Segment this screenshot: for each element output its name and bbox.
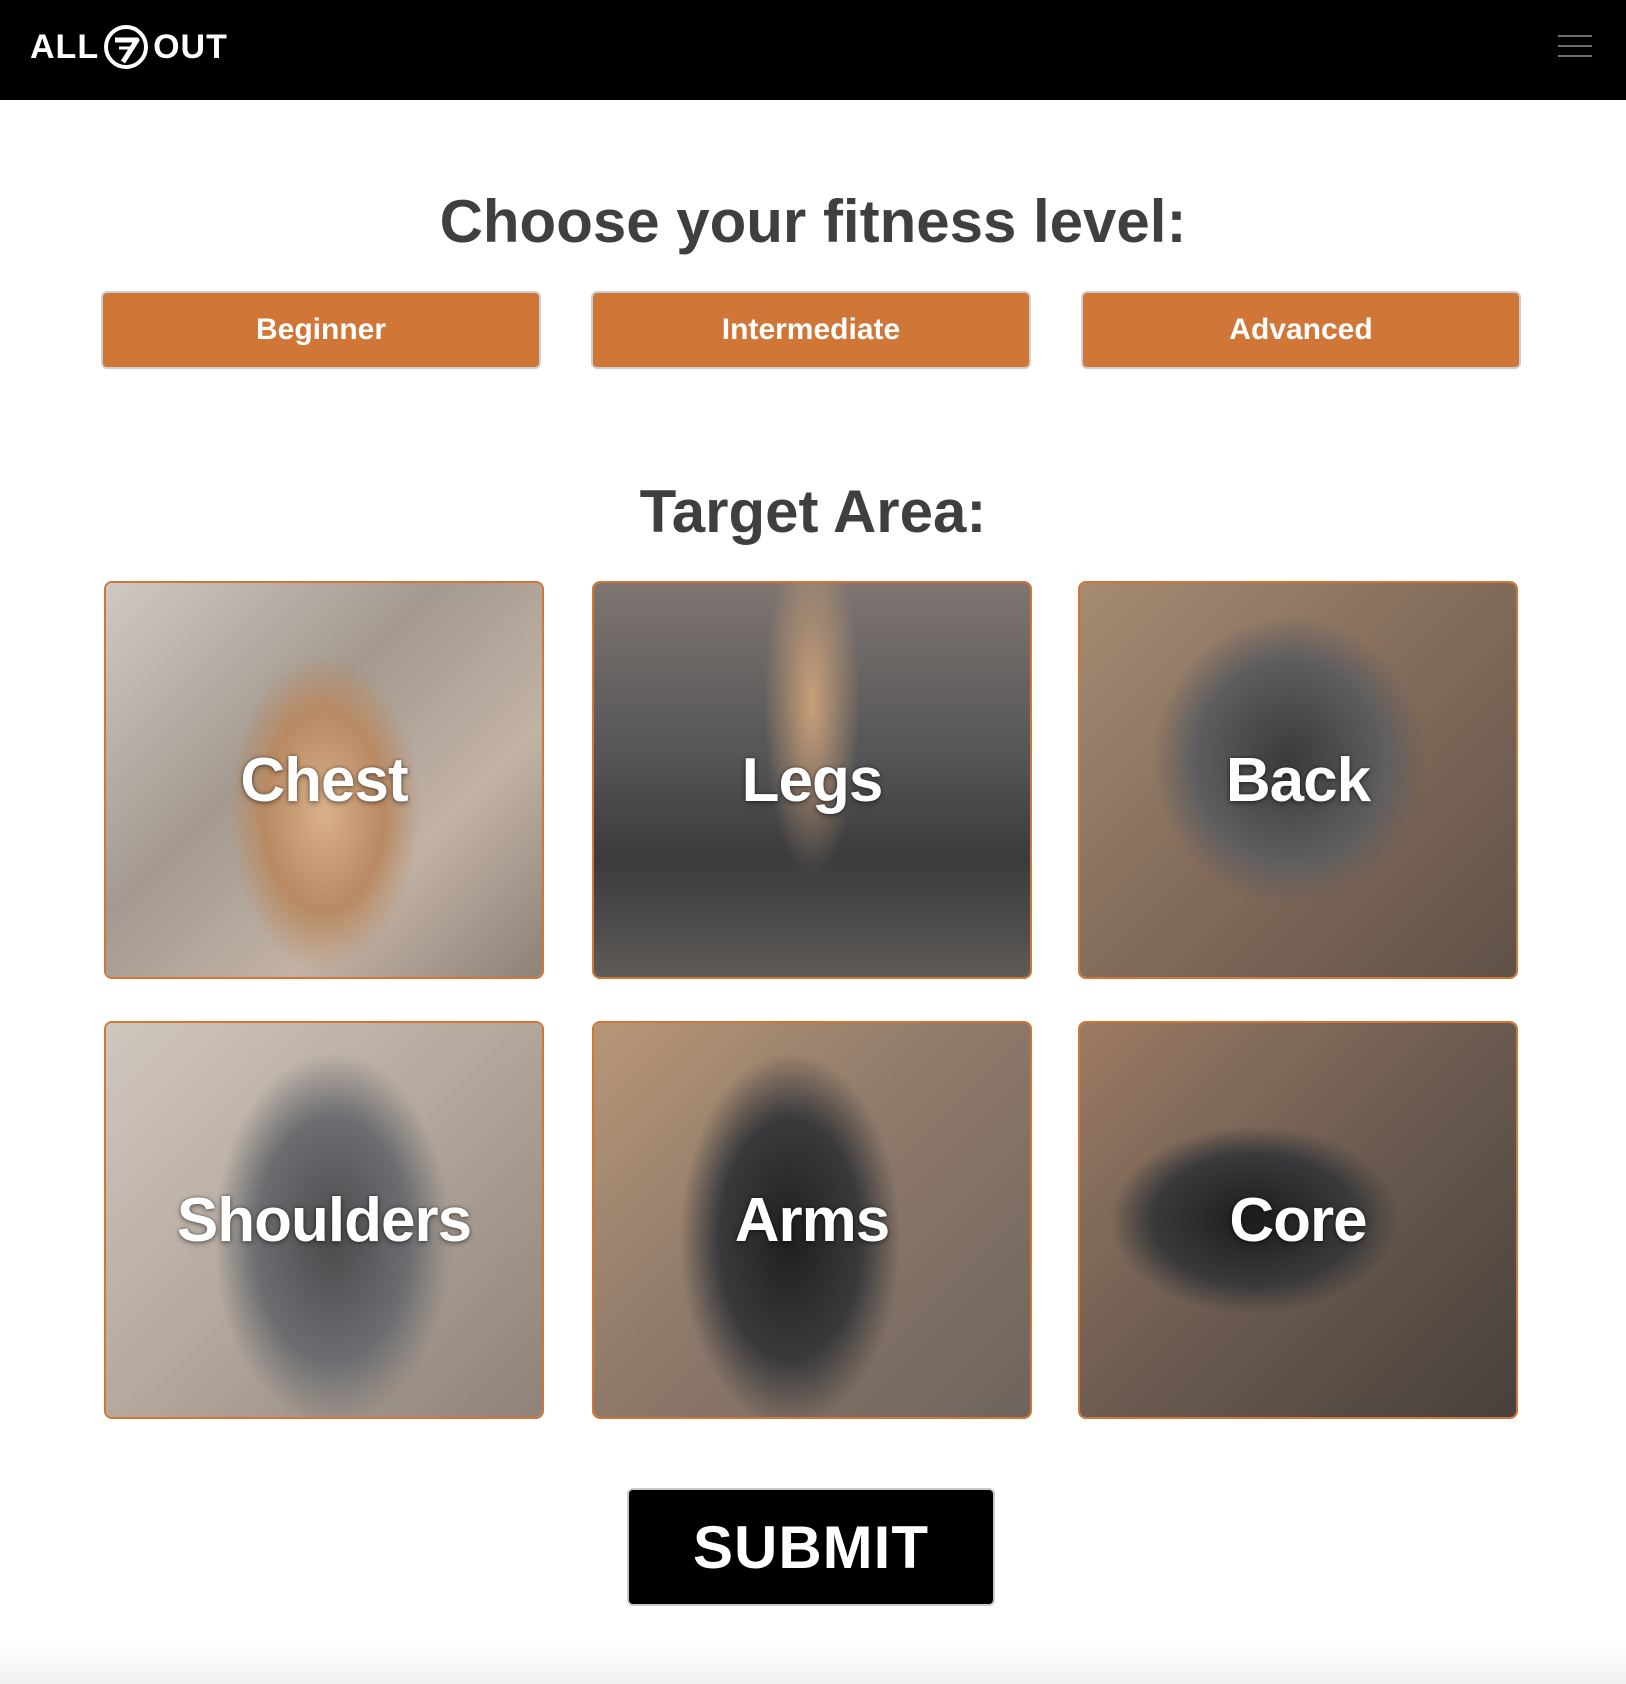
target-label-arms: Arms — [734, 1185, 891, 1255]
menu-line — [1558, 55, 1592, 57]
submit-button[interactable]: SUBMIT — [627, 1488, 995, 1606]
logo-text-right: OUT — [153, 27, 228, 66]
target-area-heading: Target Area: — [639, 478, 987, 545]
target-label-chest: Chest — [240, 745, 408, 815]
target-tile-back[interactable]: Back — [1078, 581, 1518, 979]
target-label-shoulders: Shoulders — [176, 1185, 472, 1255]
target-tile-chest[interactable]: Chest — [104, 581, 544, 979]
target-tile-core[interactable]: Core — [1078, 1021, 1518, 1419]
logo-mark-icon — [101, 22, 151, 72]
fitness-level-heading: Choose your fitness level: — [439, 188, 1187, 255]
intermediate-button[interactable]: Intermediate — [591, 291, 1031, 369]
target-tile-arms[interactable]: Arms — [592, 1021, 1032, 1419]
menu-line — [1558, 45, 1592, 47]
hamburger-menu-icon[interactable] — [1558, 33, 1592, 59]
target-tile-shoulders[interactable]: Shoulders — [104, 1021, 544, 1419]
advanced-button[interactable]: Advanced — [1081, 291, 1521, 369]
logo-text-left: ALL — [30, 27, 100, 66]
all-out-logo[interactable]: ALL OUT — [30, 22, 228, 72]
target-label-back: Back — [1225, 745, 1371, 815]
menu-line — [1558, 35, 1592, 37]
footer-shadow — [0, 1640, 1626, 1684]
target-label-legs: Legs — [741, 745, 884, 815]
beginner-button[interactable]: Beginner — [101, 291, 541, 369]
target-label-core: Core — [1229, 1185, 1367, 1255]
page: ALL OUT Choose your fitness level: Begin… — [0, 0, 1626, 1684]
target-tile-legs[interactable]: Legs — [592, 581, 1032, 979]
top-nav-bar: ALL OUT — [0, 0, 1626, 100]
